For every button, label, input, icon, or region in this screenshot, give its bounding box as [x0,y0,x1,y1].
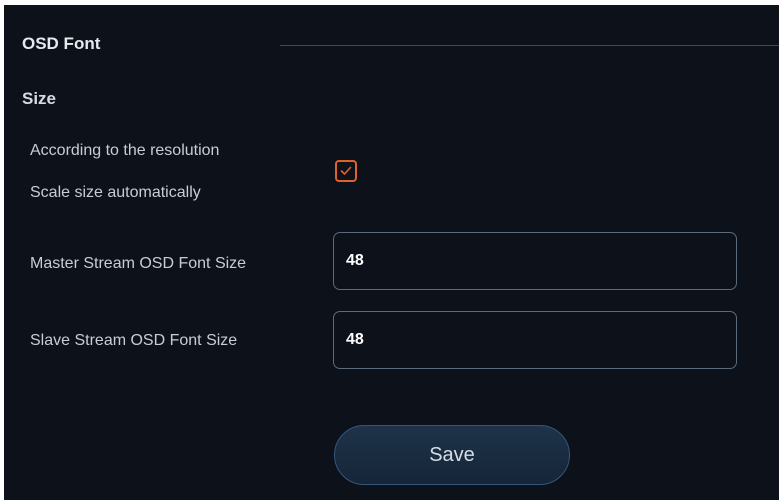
section-divider [280,45,779,46]
save-button[interactable]: Save [334,425,570,485]
checkmark-icon [340,166,352,175]
master-stream-font-size-label: Master Stream OSD Font Size [30,255,247,272]
slave-stream-font-size-label: Slave Stream OSD Font Size [30,332,238,349]
master-stream-font-size-input[interactable] [333,232,737,290]
size-subheader: Size [22,89,57,108]
section-title: OSD Font [22,34,101,53]
auto-scale-label-line2: Scale size automatically [30,184,201,201]
auto-scale-label-line1: According to the resolution [30,142,220,159]
osd-font-panel: OSD Font Size According to the resolutio… [4,5,779,500]
slave-stream-font-size-input[interactable] [333,311,737,369]
auto-scale-checkbox[interactable] [335,160,357,182]
